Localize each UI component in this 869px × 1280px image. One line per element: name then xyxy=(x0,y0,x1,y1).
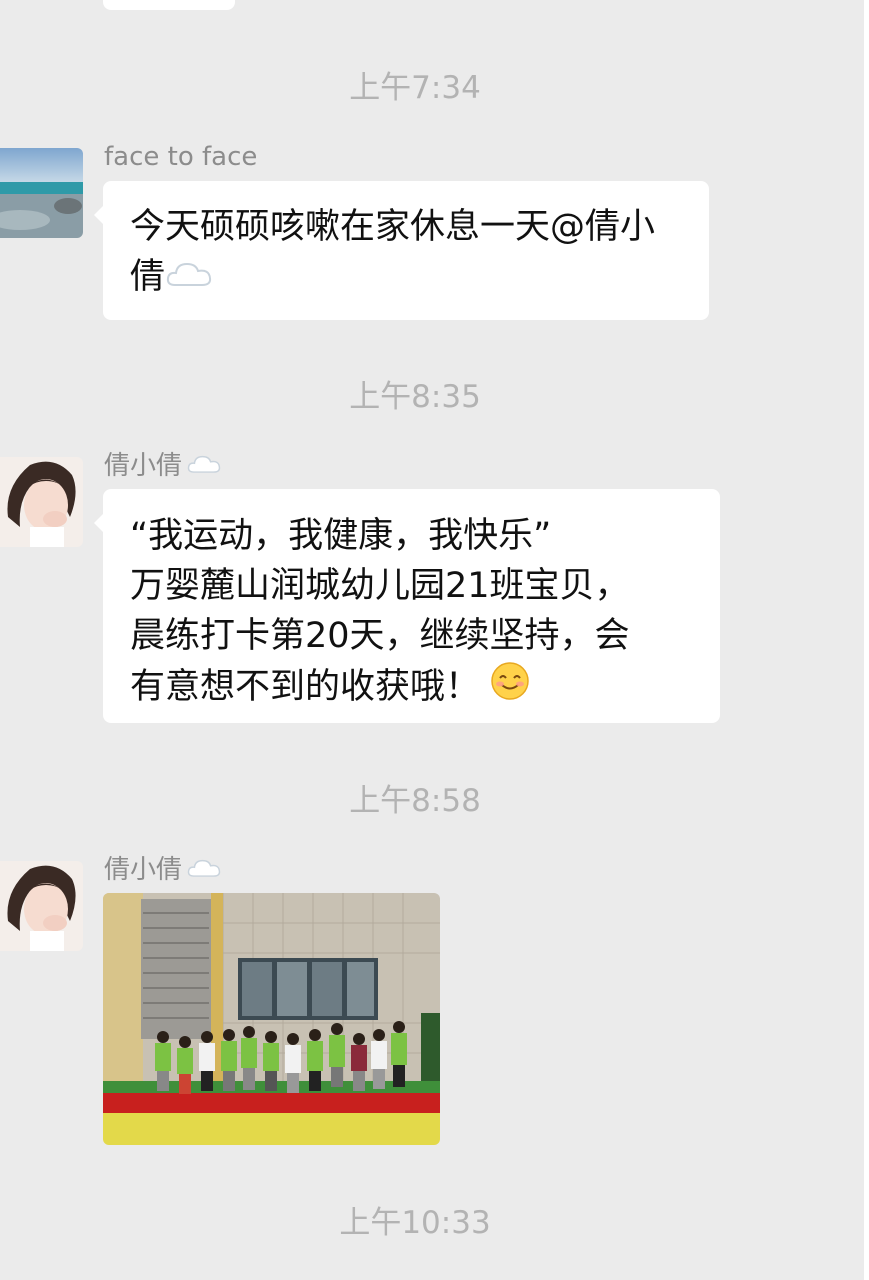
avatar-qianxiaoqian[interactable] xyxy=(0,457,83,547)
photo-message-kindergarten-class[interactable] xyxy=(103,893,440,1145)
avatar-face-to-face[interactable] xyxy=(0,148,83,238)
right-edge-strip xyxy=(864,0,869,1280)
sender-name-text: 倩小倩 xyxy=(104,855,183,885)
timestamp: 上午8:35 xyxy=(349,379,481,415)
sender-name: 倩小倩 xyxy=(104,450,222,483)
sender-name: face to face xyxy=(104,142,258,172)
smiling-face-emoji-icon xyxy=(490,661,530,715)
message-bubble[interactable]: 今天硕硕咳嗽在家休息一天@倩小倩 xyxy=(94,181,709,320)
timestamp: 上午7:34 xyxy=(349,70,481,106)
previous-message-bubble[interactable] xyxy=(103,0,235,10)
kindergarten-photo-image xyxy=(103,893,440,1145)
message-line-last: 有意想不到的收获哦！ xyxy=(130,661,700,715)
sender-name-text: 倩小倩 xyxy=(104,451,183,481)
cloud-emoji-icon xyxy=(186,451,222,483)
cloud-emoji-icon xyxy=(186,855,222,887)
avatar-qianxiaoqian[interactable] xyxy=(0,861,83,951)
message-line: “我运动，我健康，我快乐” xyxy=(130,516,552,556)
sender-name: 倩小倩 xyxy=(104,854,222,887)
message-bubble[interactable]: “我运动，我健康，我快乐” 万婴麓山润城幼儿园21班宝贝， 晨练打卡第20天，继… xyxy=(94,489,720,723)
message-line: 万婴麓山润城幼儿园21班宝贝， xyxy=(130,566,630,606)
timestamp: 上午8:58 xyxy=(349,783,481,819)
timestamp: 上午10:33 xyxy=(339,1205,491,1241)
girl-avatar-image xyxy=(0,861,83,951)
cloud-emoji-icon xyxy=(165,253,213,303)
message-line: 晨练打卡第20天，继续坚持，会 xyxy=(130,616,630,656)
beach-avatar-image xyxy=(0,148,83,238)
message-line-text: 有意想不到的收获哦！ xyxy=(130,667,481,707)
girl-avatar-image xyxy=(0,457,83,547)
